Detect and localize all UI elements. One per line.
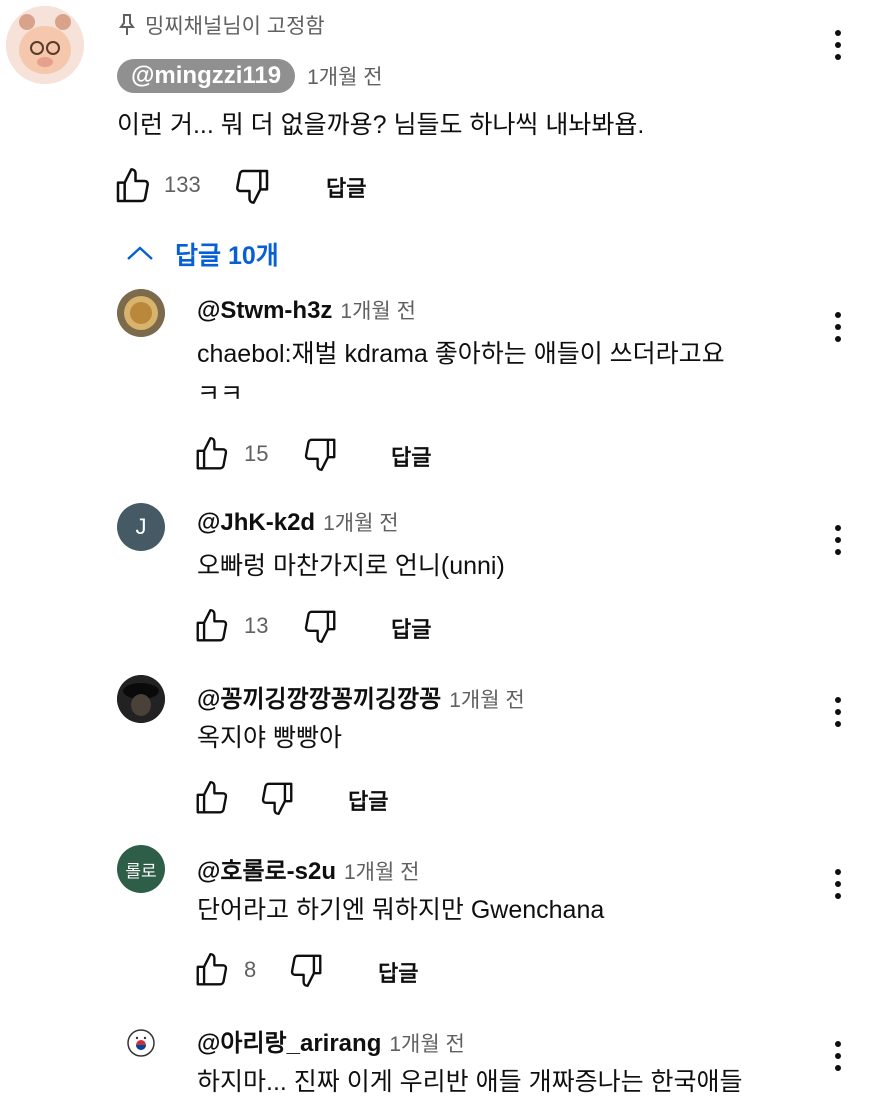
comment-actions: 15 답글 xyxy=(193,435,453,475)
comment-text: 이런 거... 뭐 더 없을까용? 님들도 하나씩 내놔봐욥. xyxy=(117,111,645,139)
reply-button[interactable]: 답글 xyxy=(391,440,431,472)
comment-actions: 13 답글 xyxy=(193,607,453,647)
reply-author[interactable]: @Stwm-h3z xyxy=(197,297,332,325)
pin-icon xyxy=(117,13,137,37)
comment-time[interactable]: 1개월 전 xyxy=(323,507,398,537)
comment-actions: 8 답글 xyxy=(193,951,453,991)
reply-author[interactable]: @호롤로-s2u xyxy=(197,851,336,886)
comment-text-line2: ㅋㅋ xyxy=(197,380,244,408)
reply-author[interactable]: @꽁끼깅깡깡꽁끼깅깡꽁 xyxy=(197,679,441,714)
reply-author[interactable]: @JhK-k2d xyxy=(197,509,315,537)
like-icon[interactable] xyxy=(193,435,231,473)
more-options-icon[interactable] xyxy=(833,312,843,348)
comment-text: 단어라고 하기엔 뭐하지만 Gwenchana xyxy=(197,896,605,924)
avatar-letter: J xyxy=(135,514,147,539)
like-icon[interactable] xyxy=(193,951,231,989)
comment-actions: 답글 xyxy=(193,779,413,819)
avatar[interactable]: 롤로 xyxy=(117,845,165,893)
like-count: 15 xyxy=(244,441,269,466)
replies-toggle[interactable]: 답글 10개 xyxy=(125,236,279,272)
dislike-icon[interactable] xyxy=(258,779,296,817)
like-icon[interactable] xyxy=(193,607,231,645)
reply-button[interactable]: 답글 xyxy=(378,956,418,988)
chevron-up-icon xyxy=(127,246,153,260)
avatar[interactable] xyxy=(117,289,165,337)
pinned-indicator: 밍찌채널님이 고정함 xyxy=(117,10,325,40)
comment-time[interactable]: 1개월 전 xyxy=(344,856,419,886)
reply-button[interactable]: 답글 xyxy=(326,171,366,203)
author-badge[interactable]: @mingzzi119 xyxy=(117,59,296,93)
like-count: 133 xyxy=(164,172,201,197)
comment-time[interactable]: 1개월 전 xyxy=(307,61,382,91)
like-count: 8 xyxy=(244,957,257,982)
avatar[interactable] xyxy=(117,1019,165,1067)
comment-text: 오빠렁 마찬가지로 언니(unni) xyxy=(197,552,505,580)
dislike-icon[interactable] xyxy=(301,435,339,473)
avatar-letter: 롤로 xyxy=(125,861,157,881)
reply-author[interactable]: @아리랑_arirang xyxy=(197,1023,381,1058)
replies-toggle-label: 답글 10개 xyxy=(175,242,279,270)
dislike-icon[interactable] xyxy=(301,607,339,645)
comment-text: chaebol:재벌 kdrama 좋아하는 애들이 쓰더라고요 xyxy=(197,340,725,368)
comment-time[interactable]: 1개월 전 xyxy=(340,295,415,325)
more-options-icon[interactable] xyxy=(833,30,843,66)
more-options-icon[interactable] xyxy=(833,697,843,733)
comment-time[interactable]: 1개월 전 xyxy=(449,684,524,714)
comment-text: 하지마... 진짜 이게 우리반 애들 개짜증나는 한국애들 xyxy=(197,1068,743,1096)
comment-actions: 133 답글 xyxy=(113,166,413,206)
avatar[interactable] xyxy=(6,6,84,84)
pinned-label: 밍찌채널님이 고정함 xyxy=(145,15,325,38)
like-count: 13 xyxy=(244,613,269,638)
reply-button[interactable]: 답글 xyxy=(348,784,388,816)
comment-time[interactable]: 1개월 전 xyxy=(389,1028,464,1058)
dislike-icon[interactable] xyxy=(232,166,272,206)
dislike-icon[interactable] xyxy=(287,951,325,989)
like-icon[interactable] xyxy=(193,779,231,817)
avatar[interactable]: J xyxy=(117,503,165,551)
more-options-icon[interactable] xyxy=(833,1041,843,1077)
comment-text: 옥지야 빵빵아 xyxy=(197,724,342,752)
avatar[interactable] xyxy=(117,675,165,723)
more-options-icon[interactable] xyxy=(833,869,843,905)
reply-button[interactable]: 답글 xyxy=(391,612,431,644)
more-options-icon[interactable] xyxy=(833,525,843,561)
like-icon[interactable] xyxy=(113,166,153,206)
